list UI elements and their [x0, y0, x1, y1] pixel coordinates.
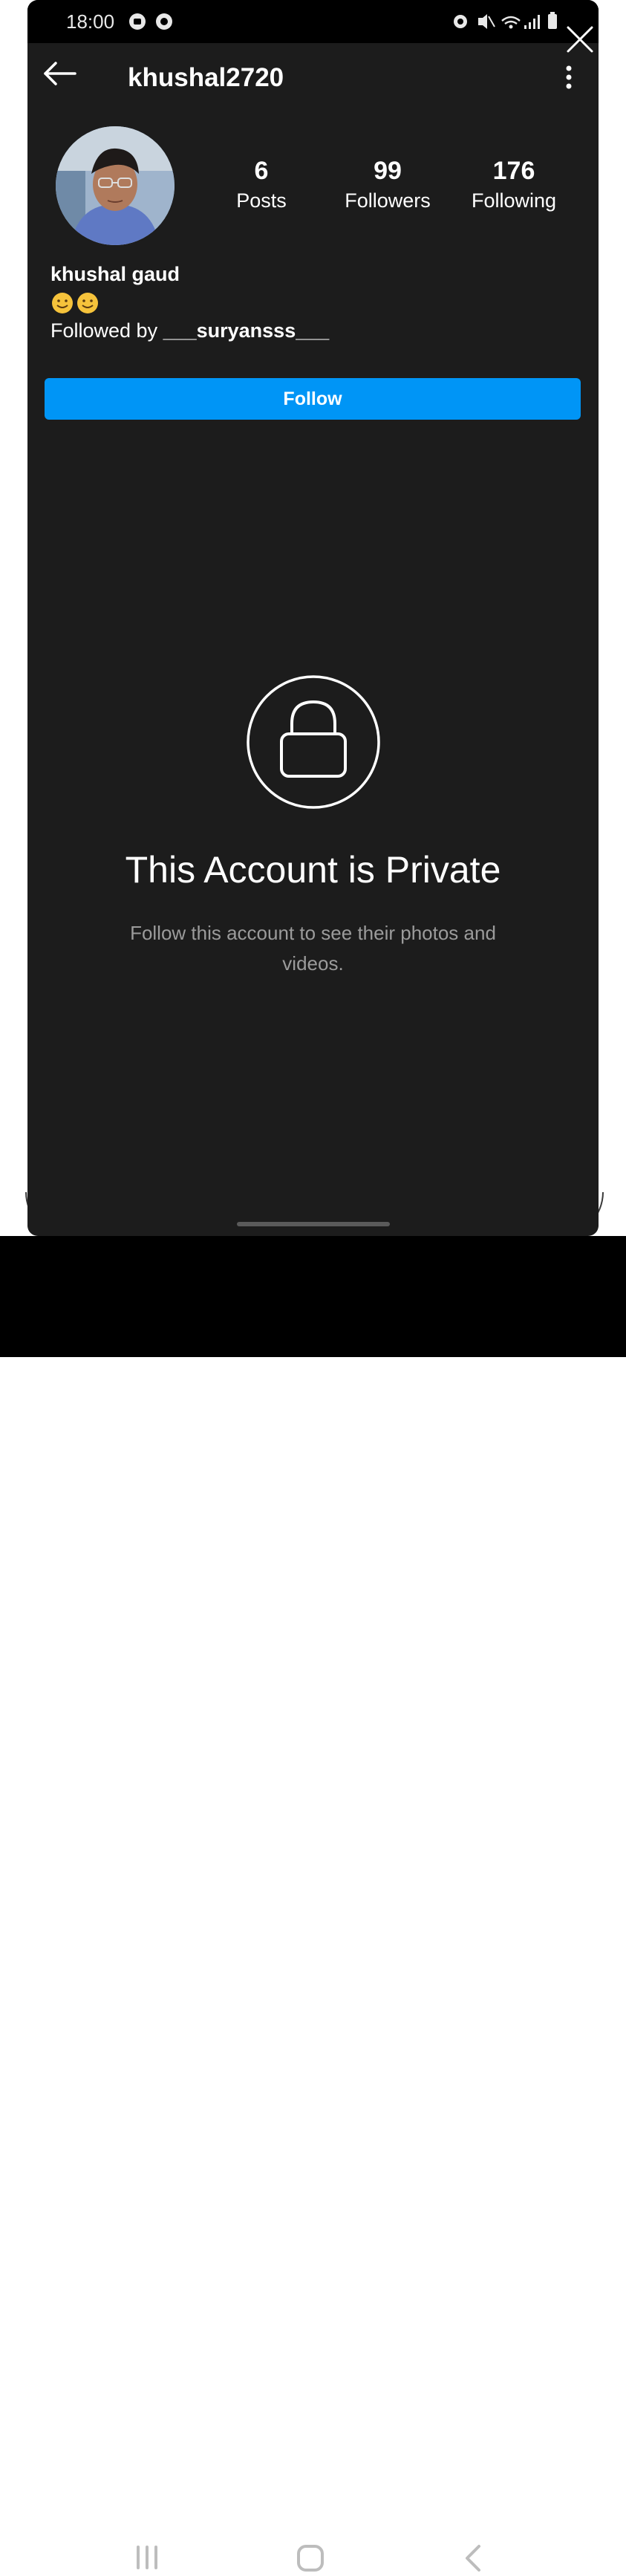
system-navigation-bar	[0, 1236, 626, 2572]
followed-by-line: Followed by ___suryansss___	[50, 319, 329, 342]
lock-icon	[246, 674, 381, 813]
posts-label: Posts	[236, 189, 287, 212]
back-arrow-icon[interactable]	[42, 60, 78, 91]
status-indicator-icons	[451, 10, 563, 36]
more-options-icon[interactable]	[564, 64, 573, 94]
profile-username: khushal2720	[128, 63, 284, 92]
following-value: 176	[492, 157, 535, 185]
bio-emoji: 🙂🙂	[50, 290, 101, 319]
profile-full-name: khushal gaud	[50, 263, 180, 285]
follow-button[interactable]: Follow	[45, 378, 581, 420]
private-account-title: This Account is Private	[125, 849, 501, 891]
status-time: 18:00	[66, 10, 115, 33]
following-count[interactable]: 176 Following	[454, 156, 573, 215]
followers-count[interactable]: 99 Followers	[328, 156, 447, 215]
home-button[interactable]	[296, 2544, 325, 2576]
private-account-subtitle: Follow this account to see their photos …	[130, 922, 496, 975]
followed-by-prefix: Followed by	[50, 319, 163, 342]
notification-icons	[128, 12, 180, 35]
status-bar: 18:00	[27, 0, 599, 43]
followed-by-user-link[interactable]: ___suryansss___	[163, 319, 330, 342]
posts-value: 6	[254, 157, 269, 185]
profile-screen: 18:00 khushal2720 6 Posts 99 Followers 1…	[27, 0, 599, 1236]
system-back-button[interactable]	[463, 2544, 483, 2576]
gesture-handle[interactable]	[237, 1222, 390, 1226]
posts-count[interactable]: 6 Posts	[202, 156, 321, 215]
following-label: Following	[471, 189, 557, 212]
followers-label: Followers	[345, 189, 431, 212]
avatar[interactable]	[56, 126, 175, 245]
followers-value: 99	[374, 157, 402, 185]
close-icon[interactable]	[566, 25, 594, 57]
profile-header: khushal2720	[27, 43, 599, 117]
recent-apps-button[interactable]	[134, 2545, 160, 2574]
